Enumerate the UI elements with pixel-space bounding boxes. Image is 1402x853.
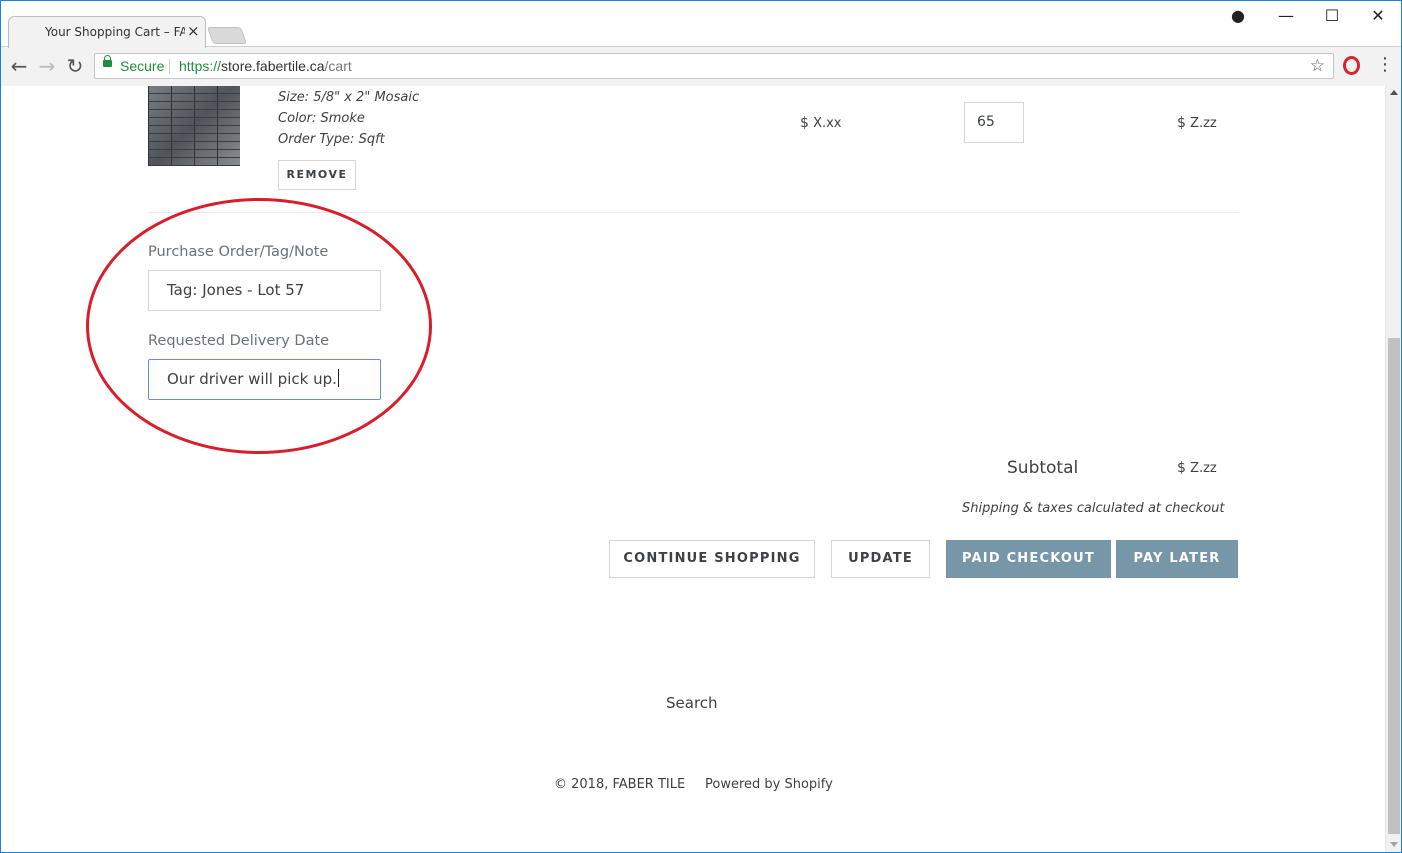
url-host: store.fabertile.ca (221, 58, 325, 74)
shipping-note: Shipping & taxes calculated at checkout (962, 501, 1225, 516)
browser-menu-icon[interactable]: ⋮ (1376, 54, 1394, 75)
tab-strip: Your Shopping Cart – FABER TILE × ● — ☐ … (0, 0, 1402, 48)
omnibox-separator (169, 59, 170, 74)
bookmark-star-icon[interactable]: ☆ (1310, 56, 1325, 76)
line-total: $ Z.zz (1177, 115, 1217, 131)
new-tab-button[interactable] (206, 27, 248, 44)
quantity-input[interactable]: 65 (964, 102, 1024, 143)
browser-tab[interactable]: Your Shopping Cart – FABER TILE × (8, 16, 206, 48)
url-scheme: https:// (179, 58, 222, 74)
remove-button[interactable]: REMOVE (278, 160, 356, 190)
url-text[interactable]: https://store.fabertile.ca/cart (179, 58, 352, 74)
address-bar[interactable]: Secure https://store.fabertile.ca/cart ☆ (94, 53, 1334, 79)
minimize-icon[interactable]: — (1276, 6, 1296, 25)
subtotal-currency: $ (1177, 460, 1186, 476)
continue-shopping-button[interactable]: CONTINUE SHOPPING (609, 540, 815, 578)
footer-copyright: © 2018, FABER TILE (554, 777, 686, 792)
close-window-icon[interactable]: ✕ (1368, 6, 1388, 25)
footer-powered-by[interactable]: Powered by Shopify (705, 777, 833, 792)
scrollbar-thumb[interactable] (1388, 338, 1400, 834)
price-currency: $ (800, 115, 809, 131)
back-icon[interactable]: ← (7, 54, 31, 78)
total-value: Z.zz (1190, 116, 1217, 131)
forward-icon[interactable]: → (35, 54, 59, 78)
scroll-down-arrow-icon[interactable] (1390, 842, 1398, 847)
annotation-circle (86, 198, 432, 454)
scroll-up-arrow-icon[interactable] (1390, 90, 1398, 95)
url-path: /cart (324, 58, 352, 74)
browser-toolbar: ← → ↻ Secure https://store.fabertile.ca/… (0, 48, 1402, 86)
product-size: Size: 5/8" x 2" Mosaic (278, 90, 420, 105)
pay-later-button[interactable]: PAY LATER (1116, 540, 1238, 578)
product-order-type: Order Type: Sqft (278, 132, 385, 147)
tab-close-icon[interactable]: × (187, 22, 200, 40)
browser-chrome: Your Shopping Cart – FABER TILE × ● — ☐ … (0, 0, 1402, 86)
subtotal-amount: $ Z.zz (1177, 460, 1217, 476)
maximize-icon[interactable]: ☐ (1322, 6, 1342, 25)
footer-search-link[interactable]: Search (666, 694, 718, 712)
unit-price: $ X.xx (800, 115, 842, 131)
reload-icon[interactable]: ↻ (63, 54, 87, 78)
product-color: Color: Smoke (278, 111, 365, 126)
subtotal-label: Subtotal (1007, 458, 1079, 478)
subtotal-value: Z.zz (1190, 461, 1217, 476)
page-scrollbar[interactable] (1385, 86, 1402, 853)
total-currency: $ (1177, 115, 1186, 131)
profile-icon[interactable]: ● (1228, 6, 1248, 25)
paid-checkout-button[interactable]: PAID CHECKOUT (946, 540, 1111, 578)
secure-label: Secure (120, 58, 165, 74)
cart-page: Size: 5/8" x 2" Mosaic Color: Smoke Orde… (0, 86, 1385, 853)
update-button[interactable]: UPDATE (831, 540, 930, 578)
price-value: X.xx (813, 116, 842, 131)
tab-title: Your Shopping Cart – FABER TILE (45, 25, 185, 39)
product-thumbnail[interactable] (148, 86, 240, 166)
lock-icon (103, 55, 112, 67)
opera-extension-icon[interactable] (1343, 56, 1360, 75)
